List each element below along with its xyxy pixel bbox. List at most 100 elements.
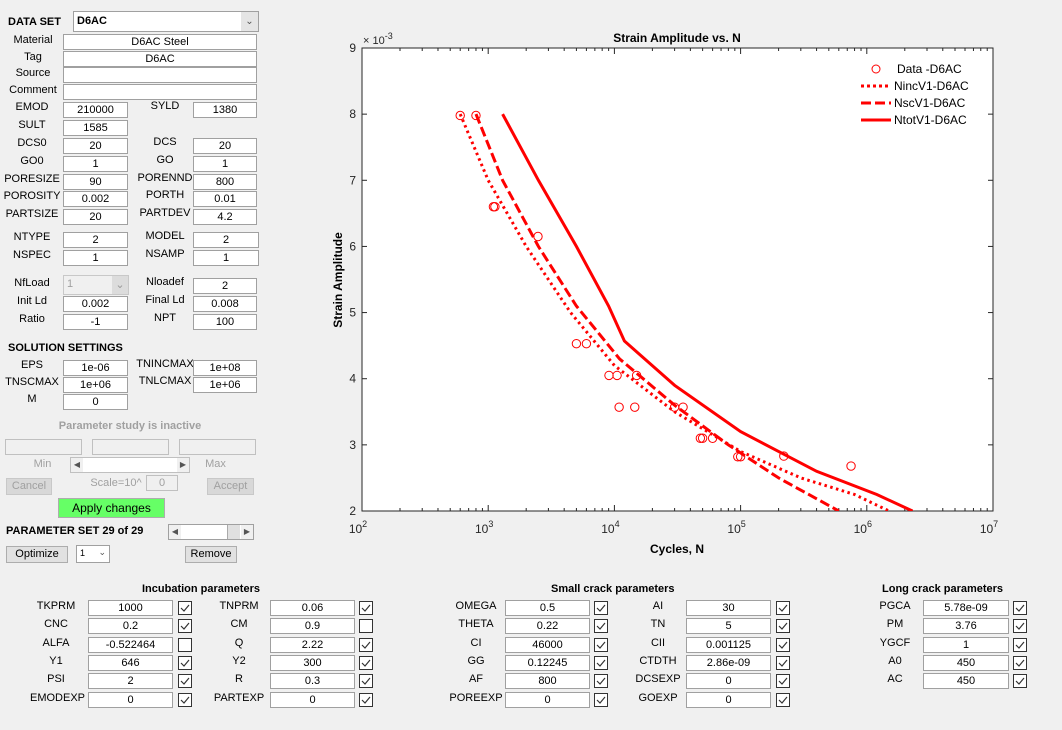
- goexp-label: GOEXP: [638, 691, 678, 704]
- cnc-label: CNC: [44, 618, 68, 631]
- tn-checkbox[interactable]: [776, 619, 790, 634]
- ctdth-field[interactable]: 2.86e-09: [686, 654, 771, 671]
- theta-field[interactable]: 0.22: [505, 618, 590, 635]
- poreexp-checkbox[interactable]: [594, 692, 608, 707]
- pgca-checkbox[interactable]: [1013, 601, 1027, 615]
- ac-label: AC: [887, 673, 903, 686]
- cm-field[interactable]: 0.9: [270, 618, 355, 635]
- a0-checkbox[interactable]: [1013, 655, 1027, 670]
- partexp-field[interactable]: 0: [270, 691, 355, 708]
- checkmark-icon: [596, 696, 606, 704]
- checkmark-icon: [596, 677, 606, 686]
- tkprm-label: TKPRM: [36, 600, 76, 612]
- y-axis-label: Strain Amplitude: [331, 232, 345, 328]
- q-field[interactable]: 2.22: [270, 636, 355, 653]
- small-crack-heading: Small crack parameters: [551, 583, 675, 595]
- strain-amplitude-chart: Strain Amplitude vs. N Cycles, N Strain …: [331, 31, 998, 556]
- poreexp-label: POREEXP: [449, 691, 503, 704]
- omega-field[interactable]: 0.5: [505, 600, 590, 616]
- gg-checkbox[interactable]: [594, 655, 608, 670]
- alfa-label: ALFA: [42, 636, 70, 649]
- goexp-checkbox[interactable]: [776, 692, 790, 707]
- y2-label: Y2: [232, 654, 246, 667]
- ai-label: AI: [652, 600, 664, 612]
- legend-entry: Data -D6AC: [897, 62, 962, 76]
- ygcf-checkbox[interactable]: [1013, 637, 1027, 652]
- alfa-checkbox[interactable]: [178, 637, 192, 652]
- cii-checkbox[interactable]: [776, 637, 790, 652]
- cii-label: CII: [650, 636, 666, 649]
- ctdth-checkbox[interactable]: [776, 655, 790, 670]
- tkprm-field[interactable]: 1000: [88, 600, 173, 616]
- pm-field[interactable]: 3.76: [923, 618, 1009, 635]
- pm-checkbox[interactable]: [1013, 619, 1027, 634]
- emodexp-checkbox[interactable]: [178, 692, 192, 707]
- y2-field[interactable]: 300: [270, 654, 355, 671]
- checkmark-icon: [361, 604, 371, 612]
- legend-entry: NtotV1-D6AC: [894, 113, 967, 127]
- dcsexp-checkbox[interactable]: [776, 674, 790, 689]
- cm-checkbox[interactable]: [359, 619, 373, 634]
- goexp-field[interactable]: 0: [686, 691, 771, 708]
- checkmark-icon: [180, 622, 190, 631]
- ai-checkbox[interactable]: [776, 601, 790, 615]
- y1-field[interactable]: 646: [88, 654, 173, 671]
- poreexp-field[interactable]: 0: [505, 691, 590, 708]
- ac-field[interactable]: 450: [923, 673, 1009, 690]
- theta-label: THETA: [458, 618, 494, 631]
- x-tick-label: 105: [727, 519, 745, 536]
- checkmark-icon: [778, 696, 788, 704]
- af-label: AF: [468, 673, 484, 686]
- cnc-field[interactable]: 0.2: [88, 618, 173, 635]
- y2-checkbox[interactable]: [359, 655, 373, 670]
- checkmark-icon: [778, 622, 788, 631]
- x-tick-label: 104: [601, 519, 619, 536]
- psi-checkbox[interactable]: [178, 674, 192, 689]
- cii-field[interactable]: 0.001125: [686, 636, 771, 653]
- dcsexp-field[interactable]: 0: [686, 673, 771, 690]
- partexp-checkbox[interactable]: [359, 692, 373, 707]
- dcsexp-label: DCSEXP: [635, 673, 681, 686]
- x-tick-label: 107: [980, 519, 998, 536]
- checkmark-icon: [596, 641, 606, 649]
- pgca-field[interactable]: 5.78e-09: [923, 600, 1009, 616]
- ci-field[interactable]: 46000: [505, 636, 590, 653]
- tnprm-checkbox[interactable]: [359, 601, 373, 615]
- omega-checkbox[interactable]: [594, 601, 608, 615]
- y-tick-label: 3: [349, 438, 356, 452]
- r-field[interactable]: 0.3: [270, 673, 355, 690]
- gg-field[interactable]: 0.12245: [505, 654, 590, 671]
- r-checkbox[interactable]: [359, 674, 373, 689]
- emodexp-field[interactable]: 0: [88, 691, 173, 708]
- checkmark-icon: [361, 641, 371, 649]
- y-multiplier-label: × 10-3: [363, 31, 393, 47]
- ac-checkbox[interactable]: [1013, 674, 1027, 689]
- chart-title: Strain Amplitude vs. N: [613, 31, 741, 45]
- legend-entry: NscV1-D6AC: [894, 96, 966, 110]
- q-checkbox[interactable]: [359, 637, 373, 652]
- ai-field[interactable]: 30: [686, 600, 771, 616]
- ygcf-field[interactable]: 1: [923, 636, 1009, 653]
- tn-field[interactable]: 5: [686, 618, 771, 635]
- y1-checkbox[interactable]: [178, 655, 192, 670]
- ci-checkbox[interactable]: [594, 637, 608, 652]
- checkmark-icon: [361, 677, 371, 686]
- checkmark-icon: [180, 677, 190, 686]
- y-tick-label: 6: [349, 239, 356, 253]
- tnprm-field[interactable]: 0.06: [270, 600, 355, 616]
- checkmark-icon: [361, 696, 371, 704]
- y-tick-label: 7: [349, 173, 356, 187]
- ctdth-label: CTDTH: [639, 654, 677, 667]
- checkmark-icon: [778, 604, 788, 612]
- x-axis-label: Cycles, N: [650, 542, 704, 556]
- tkprm-checkbox[interactable]: [178, 601, 192, 615]
- psi-field[interactable]: 2: [88, 673, 173, 690]
- a0-field[interactable]: 450: [923, 654, 1009, 671]
- cnc-checkbox[interactable]: [178, 619, 192, 634]
- theta-checkbox[interactable]: [594, 619, 608, 634]
- af-checkbox[interactable]: [594, 674, 608, 689]
- psi-label: PSI: [47, 673, 65, 686]
- checkmark-icon: [1015, 677, 1025, 686]
- af-field[interactable]: 800: [505, 673, 590, 690]
- alfa-field[interactable]: -0.522464: [88, 636, 173, 653]
